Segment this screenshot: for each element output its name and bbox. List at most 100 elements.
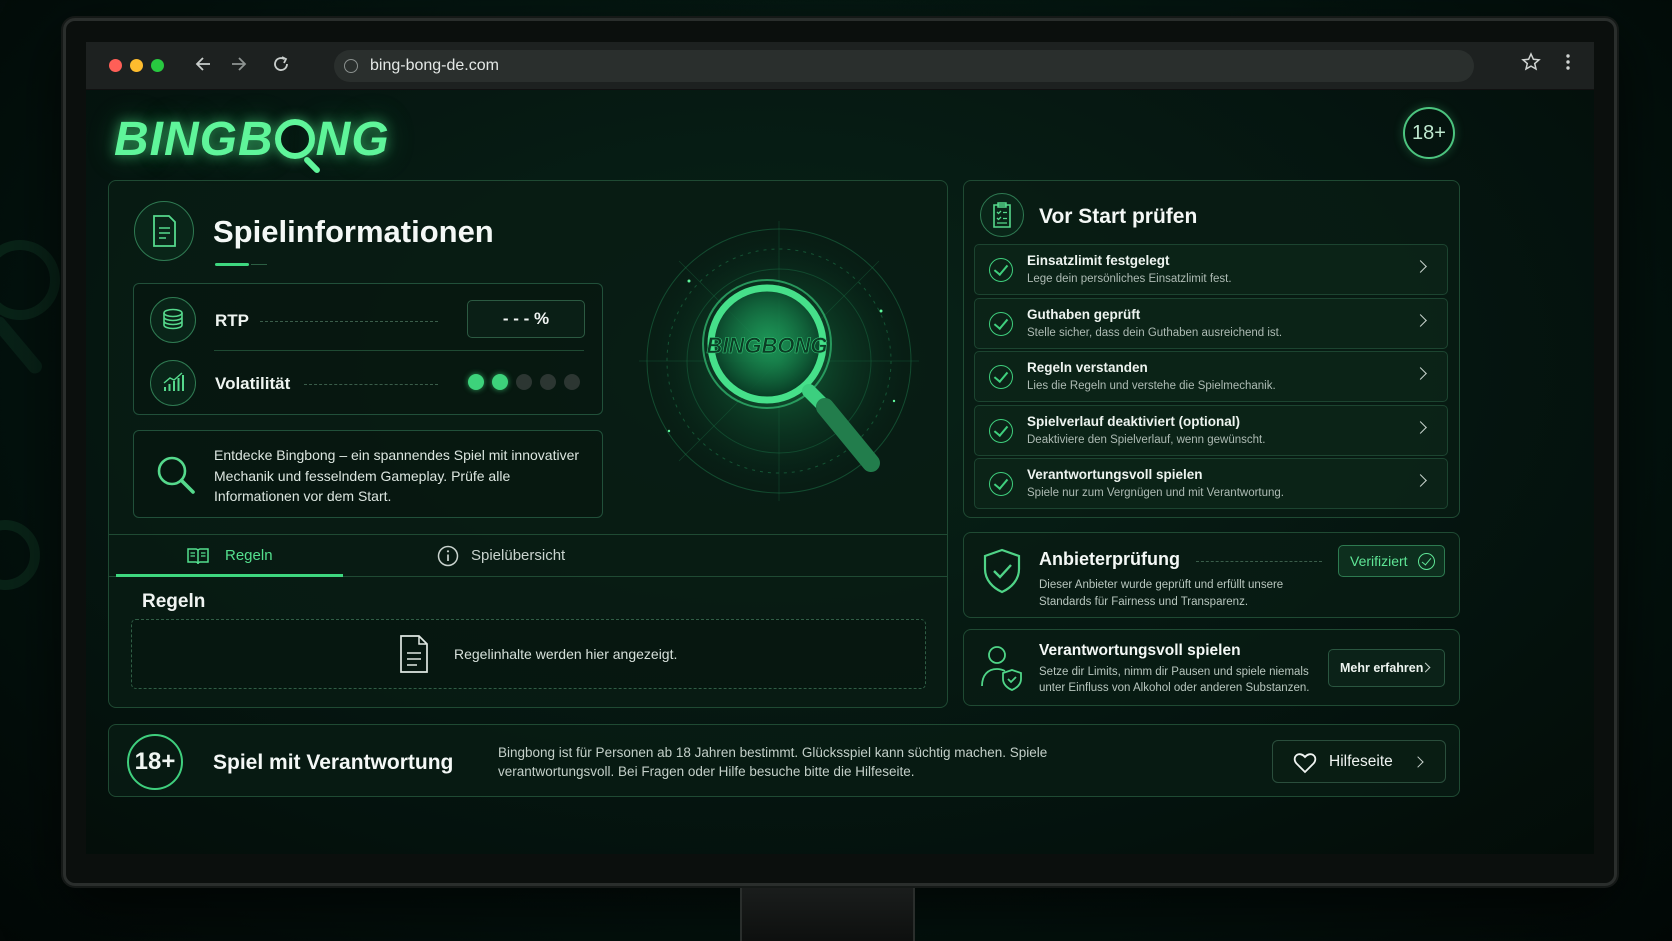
logo-text-left: BINGB bbox=[114, 113, 274, 166]
check-circle-icon bbox=[989, 311, 1013, 336]
site-info-icon[interactable] bbox=[344, 59, 358, 73]
chevron-right-icon bbox=[1414, 420, 1427, 434]
info-tabs: Regeln Spielübersicht bbox=[109, 534, 947, 577]
checklist-item-title: Regeln verstanden bbox=[1027, 360, 1148, 375]
chevron-right-icon bbox=[1412, 756, 1424, 768]
checklist-title: Vor Start prüfen bbox=[1039, 205, 1198, 228]
checklist-item[interactable]: Regeln verstanden Lies die Regeln und ver… bbox=[974, 351, 1448, 402]
chevron-right-icon bbox=[1414, 474, 1427, 487]
game-info-panel: Spielinformationen RTP - - - % Volatilit… bbox=[108, 180, 948, 708]
title-accent-line bbox=[215, 263, 249, 266]
checklist-item-title: Einsatzlimit festgelegt bbox=[1027, 253, 1170, 268]
rules-heading: Regeln bbox=[142, 591, 206, 612]
checklist-item-subtitle: Lege dein persönliches Einsatzlimit fest… bbox=[1027, 273, 1232, 285]
person-shield-icon bbox=[981, 646, 1022, 691]
document-icon bbox=[400, 635, 428, 673]
bg-magnifier-handle bbox=[0, 313, 45, 377]
window-close-button[interactable] bbox=[109, 59, 122, 72]
checklist-panel: Vor Start prüfen Einsatzlimit festgelegt… bbox=[963, 180, 1460, 518]
address-bar[interactable]: bing-bong-de.com bbox=[334, 50, 1474, 82]
provider-check-panel: Anbieterprüfung Dieser Anbieter wurde ge… bbox=[963, 532, 1460, 618]
volatility-label: Volatilität bbox=[215, 374, 291, 393]
logo-text-right: NG bbox=[315, 113, 390, 166]
footer-title: Spiel mit Verantwortung bbox=[213, 751, 454, 774]
book-icon bbox=[187, 548, 209, 565]
volatility-dot bbox=[540, 374, 556, 390]
age-restriction-badge: 18+ bbox=[1403, 107, 1455, 159]
volatility-dot bbox=[468, 374, 484, 390]
volatility-dot bbox=[564, 374, 580, 390]
magnifier-hero-icon: BINGBONG bbox=[639, 221, 919, 501]
provider-title: Anbieterprüfung bbox=[1039, 549, 1180, 569]
checklist-item-subtitle: Spiele nur zum Vergnügen und mit Verantw… bbox=[1027, 487, 1284, 499]
rtp-value: - - - % bbox=[467, 300, 585, 338]
rtp-dash-line bbox=[260, 321, 438, 322]
responsible-description: Setze dir Limits, nimm dir Pausen und sp… bbox=[1039, 666, 1310, 694]
star-icon bbox=[1521, 52, 1541, 71]
tab-spieluebersicht-label: Spielübersicht bbox=[471, 547, 566, 564]
arrow-right-icon bbox=[232, 57, 247, 71]
volatility-dot bbox=[516, 374, 532, 390]
game-info-title: Spielinformationen bbox=[213, 214, 494, 249]
help-page-button[interactable]: Hilfeseite bbox=[1272, 740, 1446, 783]
learn-more-label: Mehr erfahren bbox=[1340, 661, 1424, 675]
heart-icon bbox=[1293, 753, 1317, 774]
checklist-item-title: Guthaben geprüft bbox=[1027, 306, 1141, 322]
responsible-gaming-panel: Verantwortungsvoll spielen Setze dir Lim… bbox=[963, 629, 1460, 706]
monitor-stand bbox=[740, 888, 915, 941]
bg-magnifier-decoration bbox=[0, 520, 40, 590]
rules-content-area: Regelinhalte werden hier angezeigt. bbox=[131, 619, 926, 689]
verified-badge: Verifiziert bbox=[1338, 545, 1445, 577]
volatility-dash-line bbox=[304, 384, 438, 385]
hero-logo-text: BINGBONG bbox=[707, 333, 828, 358]
checklist-item[interactable]: Guthaben geprüft Stelle sicher, dass dein… bbox=[974, 297, 1448, 349]
document-icon bbox=[153, 215, 176, 247]
search-icon bbox=[157, 456, 195, 494]
checklist-item-subtitle: Stelle sicher, dass dein Guthaben ausrei… bbox=[1027, 326, 1283, 339]
verified-badge-label: Verifiziert bbox=[1350, 553, 1408, 569]
kebab-menu-icon bbox=[1566, 54, 1570, 70]
check-circle-icon bbox=[989, 365, 1013, 389]
learn-more-button[interactable]: Mehr erfahren bbox=[1328, 649, 1445, 687]
check-circle-icon bbox=[989, 472, 1013, 496]
checklist-item[interactable]: Verantwortungsvoll spielen Spiele nur zum… bbox=[974, 458, 1448, 509]
checklist-item-subtitle: Deaktiviere den Spielverlauf, wenn gewün… bbox=[1027, 433, 1266, 446]
screen: bing-bong-de.com BINGB NG 18+ Spielinform… bbox=[86, 42, 1594, 854]
check-circle-icon bbox=[989, 418, 1013, 443]
bookmark-button[interactable] bbox=[1518, 52, 1544, 78]
clipboard-check-icon bbox=[993, 202, 1011, 228]
bg-magnifier-decoration bbox=[0, 240, 60, 320]
browser-menu-button[interactable] bbox=[1560, 52, 1576, 78]
responsible-title: Verantwortungsvoll spielen bbox=[1039, 642, 1241, 659]
checklist-item-subtitle: Lies die Regeln und verstehe die Spielme… bbox=[1027, 380, 1276, 392]
check-circle-icon bbox=[989, 258, 1013, 282]
hero-magnifier-illustration: BINGBONG bbox=[629, 201, 929, 521]
tab-regeln[interactable]: Regeln bbox=[116, 535, 343, 577]
checklist-item-title: Verantwortungsvoll spielen bbox=[1027, 467, 1203, 482]
help-page-label: Hilfeseite bbox=[1329, 753, 1393, 770]
check-circle-icon bbox=[1418, 553, 1435, 570]
checklist-item[interactable]: Einsatzlimit festgelegt Lege dein persönl… bbox=[974, 244, 1448, 295]
checklist-item-title: Spielverlauf deaktiviert (optional) bbox=[1027, 413, 1241, 429]
checklist-item[interactable]: Spielverlauf deaktiviert (optional) Deakt… bbox=[974, 404, 1448, 456]
title-accent-line-secondary bbox=[251, 264, 267, 265]
footer-age-badge: 18+ bbox=[127, 734, 183, 790]
forward-button[interactable] bbox=[226, 54, 250, 78]
reload-button[interactable] bbox=[269, 54, 293, 78]
description-box: Entdecke Bingbong – ein spannendes Spiel… bbox=[133, 430, 603, 518]
responsibility-footer: 18+ Spiel mit Verantwortung Bingbong ist… bbox=[108, 724, 1460, 797]
footer-text: Bingbong ist für Personen ab 18 Jahren b… bbox=[498, 745, 1048, 779]
bingbong-logo[interactable]: BINGB NG bbox=[114, 112, 390, 167]
game-info-icon-wrapper bbox=[134, 201, 194, 261]
window-minimize-button[interactable] bbox=[130, 59, 143, 72]
window-maximize-button[interactable] bbox=[151, 59, 164, 72]
chevron-right-icon bbox=[1414, 313, 1427, 327]
rtp-label: RTP bbox=[215, 311, 249, 330]
tab-spieluebersicht[interactable]: Spielübersicht bbox=[429, 535, 629, 577]
provider-description: Dieser Anbieter wurde geprüft und erfüll… bbox=[1039, 579, 1284, 608]
tab-regeln-label: Regeln bbox=[225, 547, 273, 564]
provider-dash-line bbox=[1196, 561, 1322, 562]
rtp-icon-wrapper bbox=[150, 297, 196, 343]
back-button[interactable] bbox=[192, 54, 216, 78]
info-icon bbox=[437, 545, 459, 567]
